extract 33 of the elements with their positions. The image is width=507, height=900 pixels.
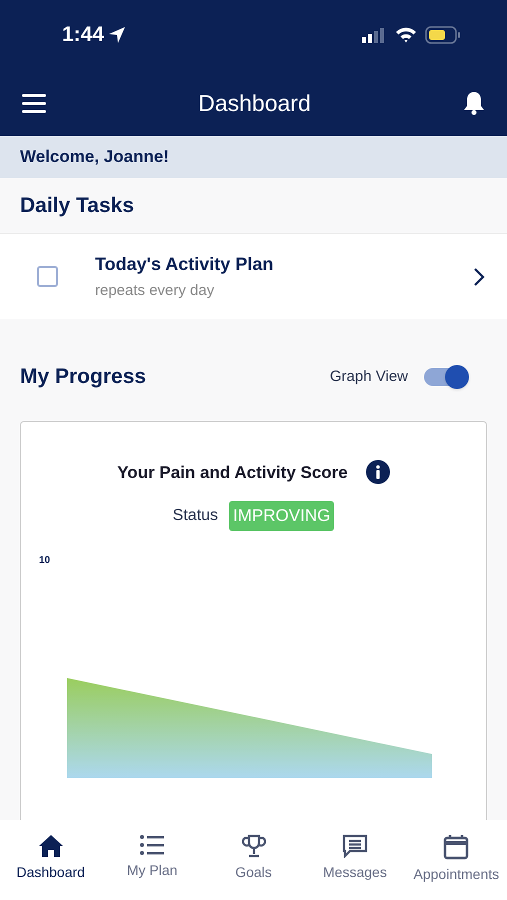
battery-icon [425,26,461,44]
task-row[interactable]: Today's Activity Plan repeats every day [0,234,507,319]
status-label: Status [172,506,218,526]
page-title: Dashboard [198,88,311,118]
menu-button[interactable] [22,94,46,112]
welcome-text: Welcome, Joanne! [20,146,169,168]
notification-button[interactable] [463,91,485,115]
task-checkbox[interactable] [37,266,58,287]
chart-title: Your Pain and Activity Score [117,462,348,484]
wifi-icon [395,27,417,43]
tab-bar-item[interactable]: My Plan [101,820,203,900]
tab-bar-item[interactable]: Appointments [406,820,507,900]
status-badge: IMPROVING [229,501,334,530]
tab-bar-item[interactable]: Goals [202,820,304,900]
home-icon [38,834,64,858]
trophy-icon [242,834,266,858]
y-axis-label: 10 [39,554,50,568]
section-title: Daily Tasks [20,192,134,219]
info-icon[interactable] [366,460,390,484]
message-icon [342,834,368,858]
status-time: 1:44 [62,22,104,48]
signal-icon [361,27,387,43]
calendar-icon [443,834,470,860]
tab-bar-item[interactable]: Dashboard [0,820,102,900]
toggle-label: Graph View [330,366,408,386]
task-title: Today's Activity Plan [95,252,274,276]
graph-view-toggle[interactable] [424,368,467,386]
section-title: My Progress [20,364,146,390]
list-icon [139,834,166,856]
task-subtitle: repeats every day [95,280,216,301]
tab-bar-item[interactable]: Messages [304,820,406,900]
chevron-right-icon [473,266,485,286]
location-arrow-icon [108,26,126,44]
